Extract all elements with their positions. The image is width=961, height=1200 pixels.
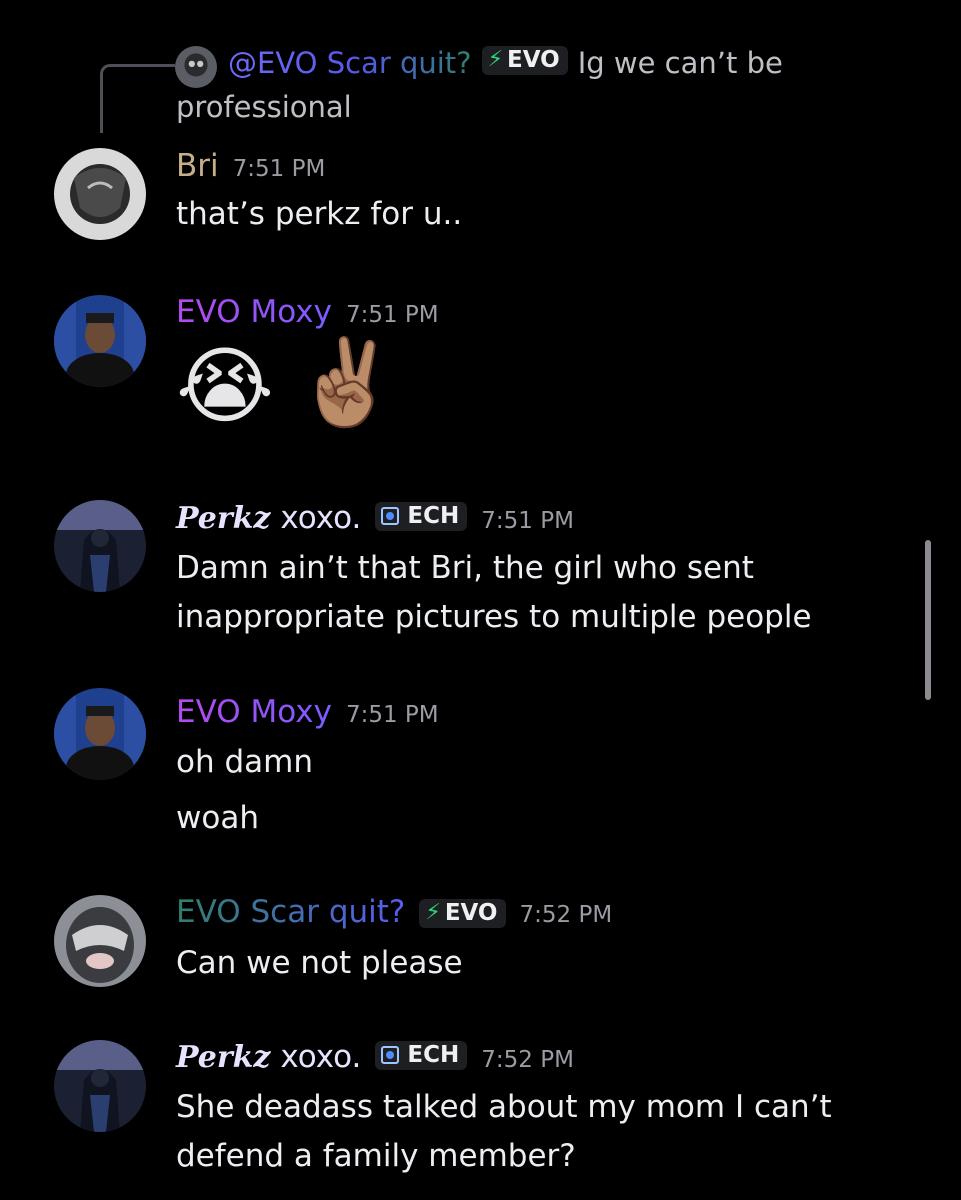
- author-name[interactable]: Bri: [176, 148, 219, 184]
- author-name[interactable]: EVO Scar quit?: [176, 894, 405, 930]
- avatar-scar-image: [54, 895, 146, 987]
- ech-flag-icon: [381, 1046, 400, 1064]
- message-header: EVO Moxy 7:51 PM: [176, 294, 439, 330]
- evo-badge: ⚡ EVO: [419, 898, 506, 928]
- message-header: Perkz xoxo. ECH 7:51 PM: [176, 500, 574, 536]
- avatar-moxy[interactable]: [54, 295, 146, 387]
- author-name-script: Perkz: [176, 1040, 271, 1075]
- timestamp: 7:51 PM: [232, 156, 326, 182]
- reply-avatar-image: [175, 46, 217, 88]
- timestamp: 7:51 PM: [345, 702, 439, 728]
- message-text: oh damn: [176, 744, 313, 780]
- message-header: Bri 7:51 PM: [176, 148, 325, 184]
- message-text: woah: [176, 800, 259, 836]
- message-header: Perkz xoxo. ECH 7:52 PM: [176, 1039, 574, 1075]
- reply-mention[interactable]: @EVO Scar quit?: [228, 46, 472, 80]
- author-name-rest: xoxo.: [280, 1039, 362, 1075]
- victory-hand-icon[interactable]: ✌🏽: [294, 340, 399, 424]
- reply-connector: [100, 64, 175, 133]
- ech-badge-label: ECH: [407, 503, 460, 529]
- avatar-moxy-image: [54, 295, 146, 387]
- reply-badge-label: EVO: [507, 46, 560, 73]
- reply-avatar[interactable]: [175, 46, 217, 88]
- avatar-perkz[interactable]: [54, 500, 146, 592]
- avatar-moxy[interactable]: [54, 688, 146, 780]
- avatar-perkz[interactable]: [54, 1040, 146, 1132]
- avatar-bri-image: [54, 148, 146, 240]
- message-text: Damn ain’t that Bri, the girl who sent: [176, 550, 754, 586]
- ech-badge-label: ECH: [407, 1042, 460, 1068]
- author-name[interactable]: EVO Moxy: [176, 694, 332, 730]
- message-text: She deadass talked about my mom I can’t: [176, 1089, 832, 1125]
- message-text: inappropriate pictures to multiple peopl…: [176, 599, 812, 635]
- message-text: Can we not please: [176, 945, 463, 981]
- lightning-bolt-icon: ⚡: [487, 47, 504, 72]
- author-name-rest: xoxo.: [280, 500, 362, 536]
- message-header: EVO Moxy 7:51 PM: [176, 694, 439, 730]
- timestamp: 7:52 PM: [519, 902, 613, 928]
- message-text: defend a family member?: [176, 1138, 576, 1174]
- avatar-moxy-image: [54, 688, 146, 780]
- ech-badge: ECH: [375, 502, 468, 531]
- reply-text-line2: professional: [176, 90, 352, 124]
- timestamp: 7:52 PM: [481, 1047, 574, 1073]
- avatar-bri[interactable]: [54, 148, 146, 240]
- evo-badge-label: EVO: [444, 899, 498, 926]
- author-name[interactable]: EVO Moxy: [176, 294, 332, 330]
- author-name-script: Perkz: [176, 501, 271, 536]
- ech-badge: ECH: [375, 1041, 468, 1070]
- timestamp: 7:51 PM: [345, 302, 439, 328]
- avatar-scar[interactable]: [54, 895, 146, 987]
- author-name[interactable]: Perkz xoxo.: [176, 1039, 361, 1075]
- author-name[interactable]: Perkz xoxo.: [176, 500, 361, 536]
- reply-badge: ⚡ EVO: [481, 45, 568, 75]
- message-header: EVO Scar quit? ⚡ EVO 7:52 PM: [176, 894, 612, 931]
- message-text: that’s perkz for u..: [176, 196, 463, 232]
- reply-preview[interactable]: @EVO Scar quit? ⚡ EVO Ig we can’t be: [228, 45, 783, 80]
- lightning-bolt-icon: ⚡: [425, 900, 441, 925]
- reply-text: Ig we can’t be: [577, 46, 783, 80]
- timestamp: 7:51 PM: [481, 508, 574, 534]
- scrollbar[interactable]: [925, 540, 931, 700]
- loudly-crying-face-icon[interactable]: 😭: [176, 344, 274, 428]
- avatar-perkz-image: [54, 500, 146, 592]
- avatar-perkz-image: [54, 1040, 146, 1132]
- ech-flag-icon: [381, 507, 400, 525]
